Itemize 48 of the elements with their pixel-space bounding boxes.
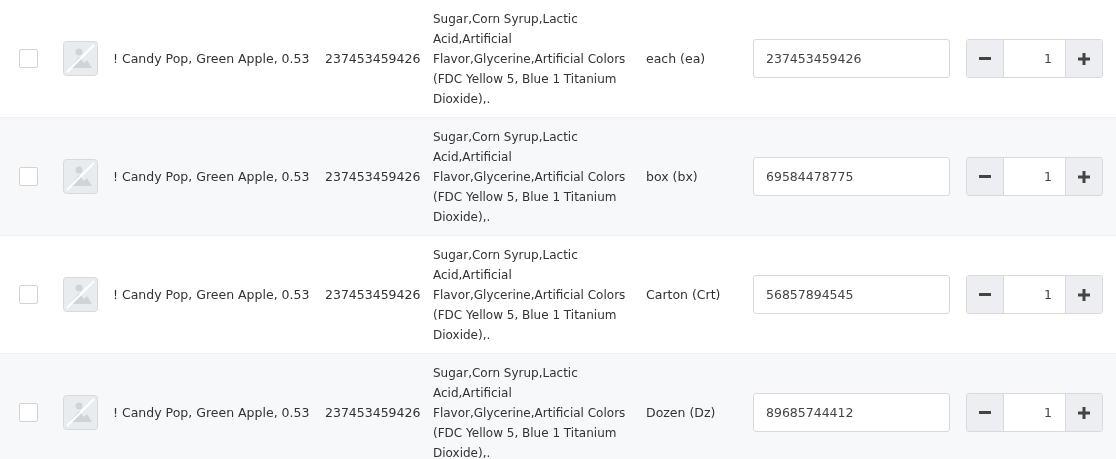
product-code: 237453459426 [325, 405, 421, 420]
product-description: Sugar,Corn Syrup,Lactic Acid,Artificial Flavor,Glycerine,Artificial Colors (FDC Yellow 5, Blue 1 Titanium Dioxide),. [433, 128, 627, 226]
increase-button[interactable] [1066, 158, 1102, 195]
unit-label: box (bx) [646, 169, 698, 184]
row-checkbox[interactable] [19, 49, 38, 68]
product-name: ! Candy Pop, Green Apple, 0.53 [113, 51, 310, 66]
decrease-button[interactable] [967, 40, 1003, 77]
barcode-field[interactable]: 237453459426 [753, 39, 950, 78]
increase-button[interactable] [1066, 276, 1102, 313]
row-checkbox[interactable] [19, 167, 38, 186]
row-checkbox[interactable] [19, 285, 38, 304]
barcode-field[interactable]: 69584478775 [753, 157, 950, 196]
image-placeholder-icon [63, 41, 98, 76]
quantity-stepper[interactable]: 1 [966, 275, 1103, 314]
quantity-stepper[interactable]: 1 [966, 157, 1103, 196]
product-code: 237453459426 [325, 51, 421, 66]
product-name: ! Candy Pop, Green Apple, 0.53 [113, 169, 310, 184]
barcode-field[interactable]: 89685744412 [753, 393, 950, 432]
product-code: 237453459426 [325, 287, 421, 302]
quantity-stepper[interactable]: 1 [966, 39, 1103, 78]
quantity-stepper[interactable]: 1 [966, 393, 1103, 432]
product-name: ! Candy Pop, Green Apple, 0.53 [113, 287, 310, 302]
minus-icon [979, 293, 991, 296]
unit-label: each (ea) [646, 51, 706, 66]
product-description: Sugar,Corn Syrup,Lactic Acid,Artificial Flavor,Glycerine,Artificial Colors (FDC Yellow 5, Blue 1 Titanium Dioxide),. [433, 10, 627, 108]
plus-icon [1078, 52, 1090, 65]
minus-icon [979, 57, 991, 60]
image-placeholder-icon [63, 277, 98, 312]
decrease-button[interactable] [967, 158, 1003, 195]
unit-label: Dozen (Dz) [646, 405, 716, 420]
image-placeholder-icon [63, 159, 98, 194]
minus-icon [979, 411, 991, 414]
product-description: Sugar,Corn Syrup,Lactic Acid,Artificial Flavor,Glycerine,Artificial Colors (FDC Yellow 5, Blue 1 Titanium Dioxide),. [433, 364, 627, 459]
product-code: 237453459426 [325, 169, 421, 184]
increase-button[interactable] [1066, 40, 1102, 77]
plus-icon [1078, 288, 1090, 301]
barcode-field[interactable]: 56857894545 [753, 275, 950, 314]
product-description: Sugar,Corn Syrup,Lactic Acid,Artificial Flavor,Glycerine,Artificial Colors (FDC Yellow 5, Blue 1 Titanium Dioxide),. [433, 246, 627, 344]
plus-icon [1078, 170, 1090, 183]
increase-button[interactable] [1066, 394, 1102, 431]
image-placeholder-icon [63, 395, 98, 430]
minus-icon [979, 175, 991, 178]
row-checkbox[interactable] [19, 403, 38, 422]
decrease-button[interactable] [967, 394, 1003, 431]
unit-label: Carton (Crt) [646, 287, 721, 302]
product-name: ! Candy Pop, Green Apple, 0.53 [113, 405, 310, 420]
decrease-button[interactable] [967, 276, 1003, 313]
plus-icon [1078, 406, 1090, 419]
